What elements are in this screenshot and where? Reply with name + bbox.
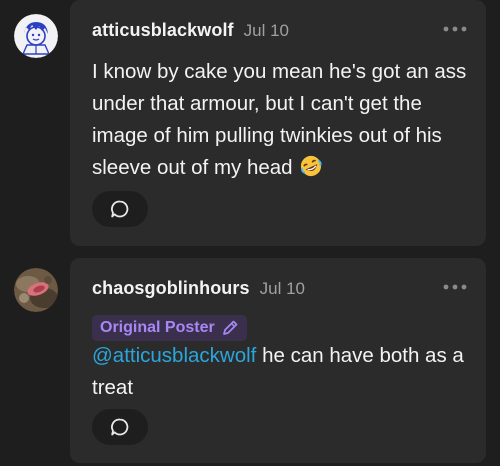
reply-button[interactable] — [92, 191, 148, 227]
ellipsis-icon — [443, 284, 467, 290]
more-options-button[interactable] — [440, 280, 470, 294]
comment-header: chaosgoblinhours Jul 10 — [92, 278, 305, 302]
avatar-image — [14, 268, 58, 312]
author-name[interactable]: atticusblackwolf — [92, 20, 234, 41]
comment-bubble-icon — [111, 200, 129, 218]
user-mention-link[interactable]: @atticusblackwolf — [92, 344, 256, 367]
comment-item: chaosgoblinhours Jul 10 Original Poster … — [0, 258, 500, 466]
comment-bubble-icon — [111, 418, 129, 436]
pencil-icon — [222, 320, 238, 335]
comment-item: atticusblackwolf Jul 10 I know by cake y… — [0, 0, 500, 250]
original-poster-badge: Original Poster — [92, 315, 247, 341]
avatar-image — [14, 14, 58, 58]
avatar[interactable] — [14, 14, 58, 58]
avatar[interactable] — [14, 268, 58, 312]
comment-body: I know by cake you mean he's got an ass … — [92, 56, 477, 184]
more-options-button[interactable] — [440, 22, 470, 36]
comment-body: @atticusblackwolf he can have both as a … — [92, 340, 477, 404]
rolling-on-floor-laughing-emoji — [301, 155, 322, 177]
author-name[interactable]: chaosgoblinhours — [92, 278, 250, 299]
comment-header: atticusblackwolf Jul 10 — [92, 20, 289, 44]
reply-button[interactable] — [92, 409, 148, 445]
comment-card: atticusblackwolf Jul 10 I know by cake y… — [70, 0, 486, 246]
comment-date[interactable]: Jul 10 — [244, 21, 289, 41]
comment-thread: atticusblackwolf Jul 10 I know by cake y… — [0, 0, 500, 466]
ellipsis-icon — [443, 26, 467, 32]
comment-card: chaosgoblinhours Jul 10 Original Poster … — [70, 258, 486, 463]
comment-text: I know by cake you mean he's got an ass … — [92, 60, 467, 179]
comment-date[interactable]: Jul 10 — [260, 279, 305, 299]
badge-label: Original Poster — [100, 319, 215, 336]
